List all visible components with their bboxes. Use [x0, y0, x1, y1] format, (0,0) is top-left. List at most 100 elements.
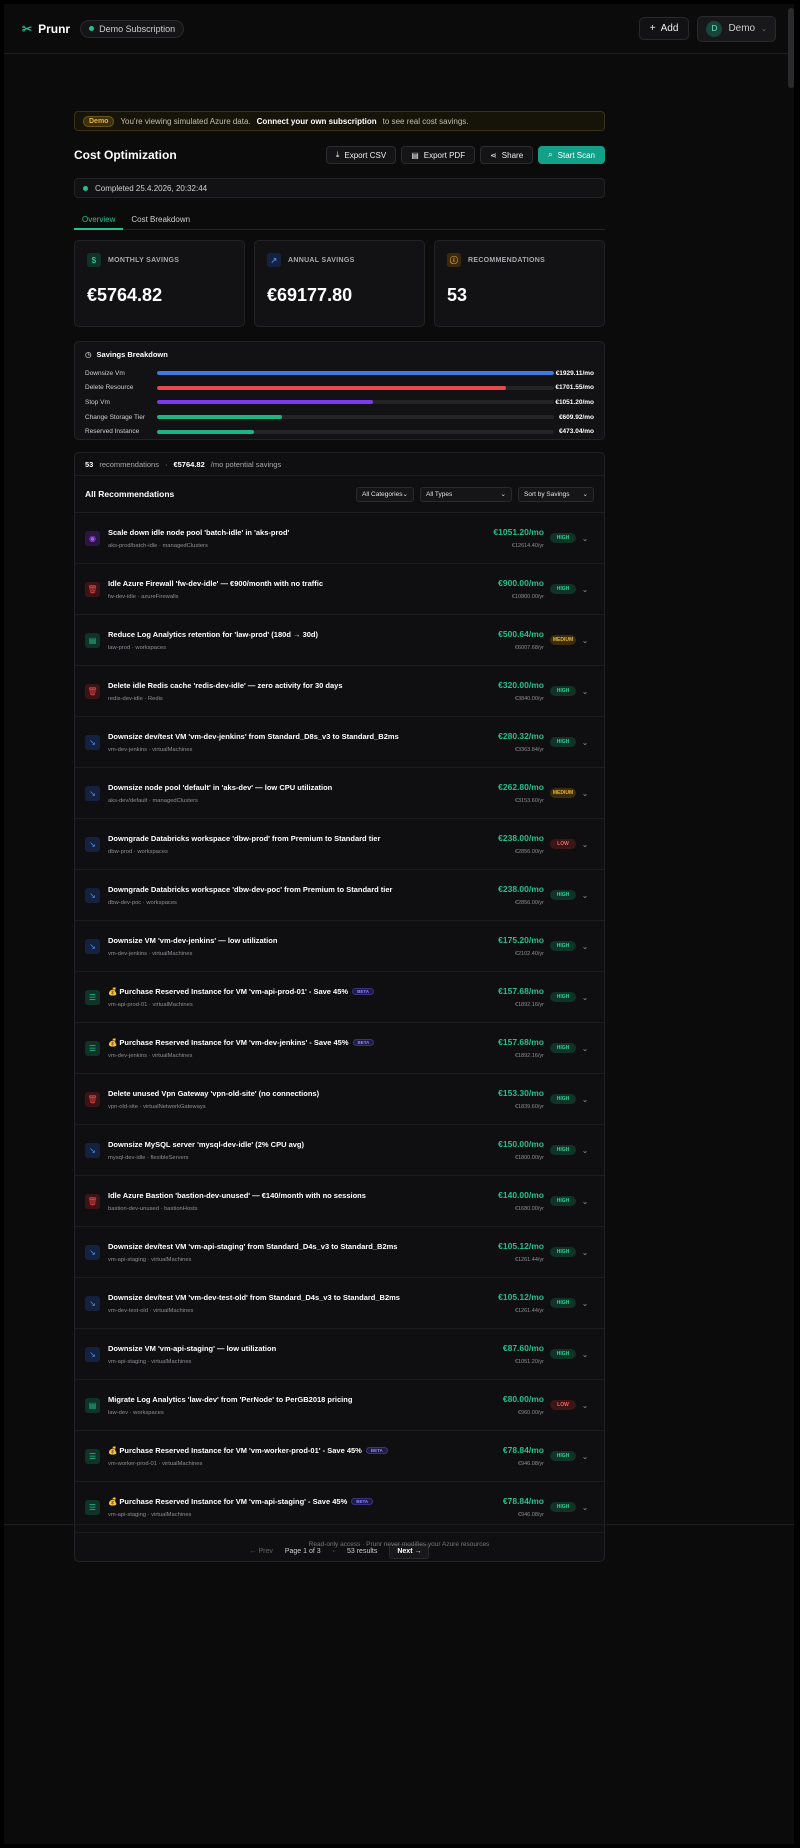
chevron-down-icon[interactable]: ⌄	[576, 1197, 594, 1206]
yearly-savings: €2856.00/yr	[514, 900, 544, 906]
chevron-down-icon[interactable]: ⌄	[576, 636, 594, 645]
breakdown-label: Downsize Vm	[85, 369, 125, 377]
chevron-down-icon[interactable]: ⌄	[576, 993, 594, 1002]
recommendation-title: Reduce Log Analytics retention for 'law-…	[108, 630, 484, 639]
recommendation-resource: dbw-dev-poc · workspaces	[108, 899, 177, 906]
chevron-down-icon[interactable]: ⌄	[576, 1401, 594, 1410]
footer: Read-only access · Prunr never modifies …	[4, 1524, 794, 1564]
connect-subscription-link[interactable]: Connect your own subscription	[257, 117, 377, 126]
chevron-down-icon[interactable]: ⌄	[576, 942, 594, 951]
recommendation-row[interactable]: ▤ Migrate Log Analytics 'law-dev' from 'P…	[75, 1380, 604, 1431]
recommendation-row[interactable]: 🗑 Delete idle Redis cache 'redis-dev-idle…	[75, 666, 604, 717]
rec-count-label: recommendations	[99, 459, 159, 469]
recommendation-row[interactable]: ↘ Downsize dev/test VM 'vm-dev-jenkins' f…	[75, 717, 604, 768]
chevron-down-icon[interactable]: ⌄	[576, 789, 594, 798]
chevron-down-icon[interactable]: ⌄	[576, 1452, 594, 1461]
chevron-down-icon[interactable]: ⌄	[576, 1299, 594, 1308]
priority-badge: MEDIUM	[550, 635, 576, 645]
chevron-down-icon[interactable]: ⌄	[576, 738, 594, 747]
stat-value: 53	[447, 285, 468, 305]
chevron-down-icon[interactable]: ⌄	[576, 534, 594, 543]
chevron-down-icon[interactable]: ⌄	[576, 687, 594, 696]
chevron-down-icon: ⌄	[582, 491, 588, 498]
recommendation-resource: vm-dev-test-old · virtualMachines	[108, 1307, 194, 1314]
priority-badge: HIGH	[550, 1196, 576, 1206]
monthly-savings: €105.12/mo	[498, 1292, 544, 1302]
breakdown-amount: €609.92/mo	[558, 413, 594, 421]
chevron-down-icon[interactable]: ⌄	[576, 1044, 594, 1053]
brand-name: Prunr	[38, 21, 71, 36]
recommendation-row[interactable]: ↘ Downsize dev/test VM 'vm-api-staging' f…	[75, 1227, 604, 1278]
export-csv-button[interactable]: ⤓ Export CSV	[325, 146, 397, 164]
chevron-down-icon[interactable]: ⌄	[576, 840, 594, 849]
chevron-down-icon[interactable]: ⌄	[576, 1248, 594, 1257]
recommendation-title: Delete unused Vpn Gateway 'vpn-old-site'…	[108, 1089, 484, 1098]
start-scan-button[interactable]: ⌕ Start Scan	[538, 146, 605, 164]
yearly-savings: €2102.40/yr	[514, 951, 544, 957]
recommendation-body: 💰 Purchase Reserved Instance for VM 'vm-…	[108, 987, 484, 1008]
chevron-down-icon[interactable]: ⌄	[576, 1503, 594, 1512]
add-button[interactable]: + Add	[638, 17, 690, 40]
recommendation-title-text: Downgrade Databricks workspace 'dbw-prod…	[108, 833, 381, 843]
user-menu-button[interactable]: D Demo ⌄	[697, 15, 776, 42]
tab-cost-breakdown[interactable]: Cost Breakdown	[123, 213, 198, 230]
recommendation-row[interactable]: ↘ Downsize VM 'vm-dev-jenkins' — low util…	[75, 921, 604, 972]
recommendation-row[interactable]: ↘ Downsize node pool 'default' in 'aks-de…	[75, 768, 604, 819]
recommendation-row[interactable]: 🗑 Delete unused Vpn Gateway 'vpn-old-site…	[75, 1074, 604, 1125]
chevron-down-icon[interactable]: ⌄	[576, 1350, 594, 1359]
recommendation-body: Idle Azure Bastion 'bastion-dev-unused' …	[108, 1191, 484, 1212]
priority-badge: HIGH	[550, 1145, 576, 1155]
recommendation-row[interactable]: ☰ 💰 Purchase Reserved Instance for VM 'vm…	[75, 1023, 604, 1074]
recommendation-title: Idle Azure Firewall 'fw-dev-idle' — €900…	[108, 579, 484, 588]
rec-total-label: /mo potential savings	[210, 459, 282, 469]
recommendation-row[interactable]: ☰ 💰 Purchase Reserved Instance for VM 'vm…	[75, 1431, 604, 1482]
recommendation-row[interactable]: ☰ 💰 Purchase Reserved Instance for VM 'vm…	[75, 972, 604, 1023]
export-pdf-button[interactable]: ▤ Export PDF	[401, 146, 476, 164]
scan-status: Completed 25.4.2026, 20:32:44	[74, 178, 605, 198]
start-scan-label: Start Scan	[557, 150, 595, 160]
tab-overview[interactable]: Overview	[74, 213, 124, 230]
priority-badge: HIGH	[550, 737, 576, 747]
banner-text: You're viewing simulated Azure data.	[120, 116, 251, 126]
chevron-down-icon[interactable]: ⌄	[576, 585, 594, 594]
type-filter-value: All Types	[426, 490, 453, 498]
status-dot-icon	[89, 26, 95, 31]
recommendation-row[interactable]: ↘ Downsize dev/test VM 'vm-dev-test-old' …	[75, 1278, 604, 1329]
sort-select[interactable]: Sort by Savings ⌄	[518, 486, 594, 502]
top-bar: ✂ Prunr Demo Subscription + Add D Demo ⌄	[4, 4, 794, 54]
recommendation-title-text: 💰 Purchase Reserved Instance for VM 'vm-…	[108, 986, 349, 996]
recommendation-title: 💰 Purchase Reserved Instance for VM 'vm-…	[108, 1446, 484, 1455]
server-icon: ☰	[85, 1499, 100, 1515]
priority-badge: HIGH	[550, 533, 576, 543]
recommendation-row[interactable]: ◉ Scale down idle node pool 'batch-idle' …	[75, 513, 604, 564]
subscription-pill[interactable]: Demo Subscription	[80, 19, 185, 38]
recommendation-row[interactable]: 🗑 Idle Azure Bastion 'bastion-dev-unused'…	[75, 1176, 604, 1227]
recommendation-row[interactable]: ↘ Downgrade Databricks workspace 'dbw-pro…	[75, 819, 604, 870]
recommendation-row[interactable]: ↘ Downsize VM 'vm-api-staging' — low util…	[75, 1329, 604, 1380]
recommendation-title-text: 💰 Purchase Reserved Instance for VM 'vm-…	[108, 1445, 362, 1455]
recommendation-savings: €153.30/mo €1839.60/yr	[484, 1088, 544, 1110]
share-button[interactable]: ⋖ Share	[480, 146, 534, 164]
recommendation-row[interactable]: ↘ Downsize MySQL server 'mysql-dev-idle' …	[75, 1125, 604, 1176]
brand[interactable]: ✂ Prunr	[22, 22, 70, 36]
yearly-savings: €1892.16/yr	[514, 1002, 544, 1008]
recommendation-title: Downsize MySQL server 'mysql-dev-idle' (…	[108, 1140, 484, 1149]
type-filter[interactable]: All Types ⌄	[420, 486, 512, 502]
monthly-savings: €80.00/mo	[502, 1394, 544, 1404]
monthly-savings: €153.30/mo	[498, 1088, 544, 1098]
recommendation-body: Downsize node pool 'default' in 'aks-dev…	[108, 783, 484, 804]
chevron-down-icon[interactable]: ⌄	[576, 891, 594, 900]
chevron-down-icon[interactable]: ⌄	[576, 1146, 594, 1155]
recommendation-row[interactable]: ↘ Downgrade Databricks workspace 'dbw-dev…	[75, 870, 604, 921]
priority-badge: MEDIUM	[550, 788, 576, 798]
category-filter[interactable]: All Categories ⌄	[356, 486, 414, 502]
recommendation-savings: €78.84/mo €946.08/yr	[484, 1445, 544, 1467]
stat-label: RECOMMENDATIONS	[468, 256, 546, 264]
scrollbar[interactable]	[788, 8, 794, 88]
breakdown-label: Stop Vm	[85, 398, 110, 406]
monthly-savings: €500.64/mo	[498, 629, 544, 639]
chevron-down-icon[interactable]: ⌄	[576, 1095, 594, 1104]
recommendation-row[interactable]: ▤ Reduce Log Analytics retention for 'law…	[75, 615, 604, 666]
recommendation-title: Idle Azure Bastion 'bastion-dev-unused' …	[108, 1191, 484, 1200]
recommendation-row[interactable]: 🗑 Idle Azure Firewall 'fw-dev-idle' — €90…	[75, 564, 604, 615]
